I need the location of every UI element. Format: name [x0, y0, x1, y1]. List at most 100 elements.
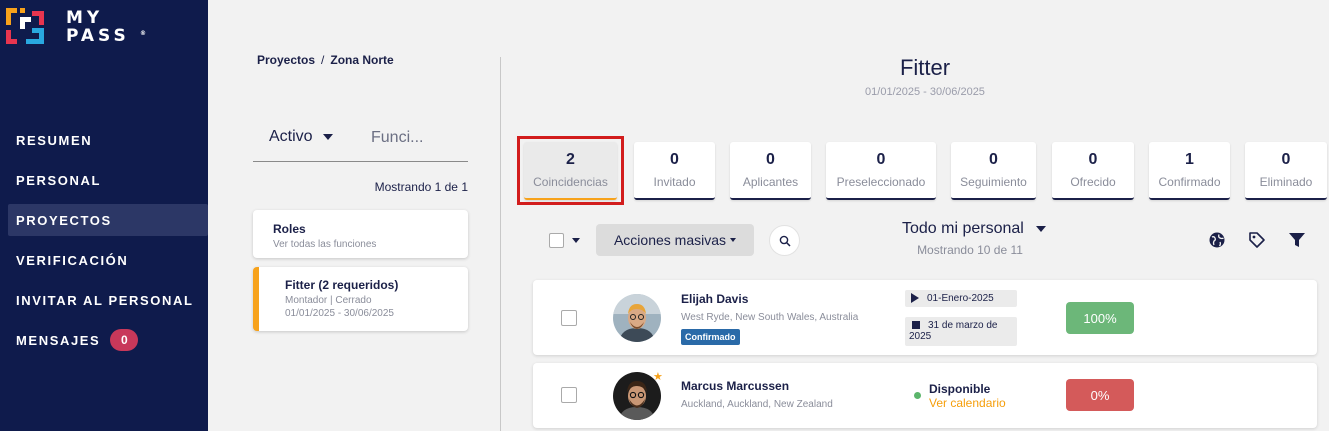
row-checkbox[interactable] — [561, 387, 577, 403]
tag-icon[interactable] — [1248, 231, 1266, 249]
main-nav: RESUMEN PERSONAL PROYECTOS VERIFICACIÓN … — [0, 124, 208, 364]
logo-mark-icon — [6, 8, 44, 44]
panel-divider — [500, 57, 501, 431]
card-dates: 01/01/2025 - 30/06/2025 — [285, 308, 394, 319]
chevron-down-icon[interactable] — [572, 238, 580, 243]
status-filter-value: Activo — [269, 128, 313, 145]
tab-highlight-outline — [517, 136, 624, 205]
tab-count: 0 — [989, 151, 998, 168]
tab-ofrecido[interactable]: 0 Ofrecido — [1052, 142, 1134, 200]
card-title: Roles — [273, 222, 306, 236]
nav-label: INVITAR AL PERSONAL — [16, 292, 194, 308]
staff-filter-value: Todo mi personal — [902, 220, 1024, 237]
search-icon — [779, 235, 791, 247]
person-photo-icon — [613, 294, 661, 342]
nav-item-resumen[interactable]: RESUMEN — [0, 124, 208, 156]
end-date-text-line2: 2025 — [909, 331, 932, 342]
function-search-input[interactable] — [371, 126, 466, 150]
nav-item-personal[interactable]: PERSONAL — [0, 164, 208, 196]
tab-count: 0 — [1281, 151, 1291, 168]
candidate-name[interactable]: Marcus Marcussen — [681, 379, 789, 393]
tab-count: 1 — [1185, 151, 1194, 168]
function-filter-row: Activo — [253, 118, 468, 162]
tab-count: 0 — [1088, 151, 1098, 168]
sidebar: MY PASS ® RESUMEN PERSONAL PROYECTOS VER… — [0, 0, 208, 431]
candidate-location: West Ryde, New South Wales, Australia — [681, 312, 859, 323]
stop-icon — [912, 321, 920, 330]
start-date: 01-Enero-2025 — [905, 290, 1017, 307]
tab-count: 0 — [876, 151, 886, 168]
candidate-location: Auckland, Auckland, New Zealand — [681, 399, 833, 410]
search-button[interactable] — [769, 225, 800, 256]
chevron-down-icon — [322, 133, 333, 140]
roles-card[interactable]: Roles Ver todas las funciones — [253, 210, 468, 258]
candidate-name[interactable]: Elijah Davis — [681, 292, 748, 306]
breadcrumb-root[interactable]: Proyectos — [257, 53, 315, 67]
candidate-row[interactable]: Elijah Davis West Ryde, New South Wales,… — [533, 280, 1317, 355]
globe-icon[interactable] — [1208, 231, 1226, 249]
job-dates: 01/01/2025 - 30/06/2025 — [865, 86, 985, 98]
star-icon: ★ — [653, 371, 663, 383]
tab-confirmado[interactable]: 1 Confirmado — [1149, 142, 1230, 200]
end-date-text-line1: 31 de marzo de — [928, 320, 998, 331]
breadcrumb-current: Zona Norte — [330, 53, 394, 67]
nav-label: MENSAJES — [16, 332, 101, 348]
staff-filter-dropdown[interactable]: Todo mi personal — [902, 220, 1046, 238]
caret-down-icon — [730, 238, 737, 242]
tab-label: Confirmado — [1158, 175, 1221, 189]
filter-icon[interactable] — [1288, 231, 1306, 249]
match-percentage: 0% — [1066, 379, 1134, 411]
mypass-logo[interactable]: MY PASS ® — [6, 8, 146, 48]
functions-count-text: Mostrando 1 de 1 — [374, 180, 468, 194]
nav-item-proyectos[interactable]: PROYECTOS — [8, 204, 208, 236]
logo-line2: PASS — [66, 26, 130, 46]
tab-label: Ofrecido — [1070, 175, 1116, 189]
fitter-role-card[interactable]: Fitter (2 requeridos) Montador | Cerrado… — [253, 267, 468, 331]
logo-registered-mark: ® — [140, 30, 146, 37]
view-calendar-link[interactable]: Ver calendario — [929, 396, 1006, 410]
nav-item-mensajes[interactable]: MENSAJES 0 — [0, 324, 208, 356]
messages-count-badge: 0 — [110, 329, 139, 351]
select-all-checkbox[interactable] — [549, 233, 564, 248]
nav-item-invitar[interactable]: INVITAR AL PERSONAL — [0, 284, 208, 316]
tab-label: Eliminado — [1259, 175, 1313, 189]
tab-seguimiento[interactable]: 0 Seguimiento — [951, 142, 1036, 200]
nav-label: PROYECTOS — [16, 212, 112, 228]
availability-dot-icon — [914, 392, 921, 399]
bulk-actions-label: Acciones masivas — [613, 232, 727, 248]
start-date-text: 01-Enero-2025 — [927, 293, 994, 304]
tab-label: Invitado — [653, 175, 696, 189]
card-subtitle: Montador | Cerrado — [285, 295, 372, 306]
nav-label: PERSONAL — [16, 172, 102, 188]
tab-aplicantes[interactable]: 0 Aplicantes — [730, 142, 811, 200]
tab-preseleccionado[interactable]: 0 Preseleccionado — [826, 142, 936, 200]
tab-count: 0 — [670, 151, 679, 168]
job-title: Fitter — [899, 55, 951, 80]
card-subtitle: Ver todas las funciones — [273, 239, 377, 250]
tab-label: Seguimiento — [960, 175, 1027, 189]
tab-invitado[interactable]: 0 Invitado — [634, 142, 715, 200]
logo-wordmark: MY PASS ® — [66, 8, 146, 46]
nav-label: RESUMEN — [16, 132, 93, 148]
row-checkbox[interactable] — [561, 310, 577, 326]
tab-eliminado[interactable]: 0 Eliminado — [1245, 142, 1327, 200]
tab-label: Preseleccionado — [836, 175, 926, 189]
availability-status: Disponible — [929, 382, 991, 396]
tab-label: Aplicantes — [742, 175, 799, 189]
bulk-actions-button[interactable]: Acciones masivas — [596, 224, 754, 256]
chevron-down-icon — [1035, 225, 1046, 232]
breadcrumb: Proyectos / Zona Norte — [257, 53, 394, 67]
match-percentage: 100% — [1066, 302, 1134, 334]
candidate-row[interactable]: ★ Marcus Marcussen Auckland, Auckland, N… — [533, 363, 1317, 428]
logo-line1: MY — [66, 8, 104, 28]
status-badge: Confirmado — [681, 329, 740, 345]
breadcrumb-separator: / — [321, 53, 325, 67]
avatar[interactable] — [613, 294, 661, 342]
staff-count-text: Mostrando 10 de 11 — [917, 243, 1023, 257]
nav-label: VERIFICACIÓN — [16, 252, 129, 268]
end-date: 31 de marzo de 2025 — [905, 317, 1017, 346]
status-filter-dropdown[interactable]: Activo — [269, 128, 333, 146]
tab-count: 0 — [766, 151, 775, 168]
nav-item-verificacion[interactable]: VERIFICACIÓN — [0, 244, 208, 276]
card-title: Fitter (2 requeridos) — [285, 278, 399, 292]
